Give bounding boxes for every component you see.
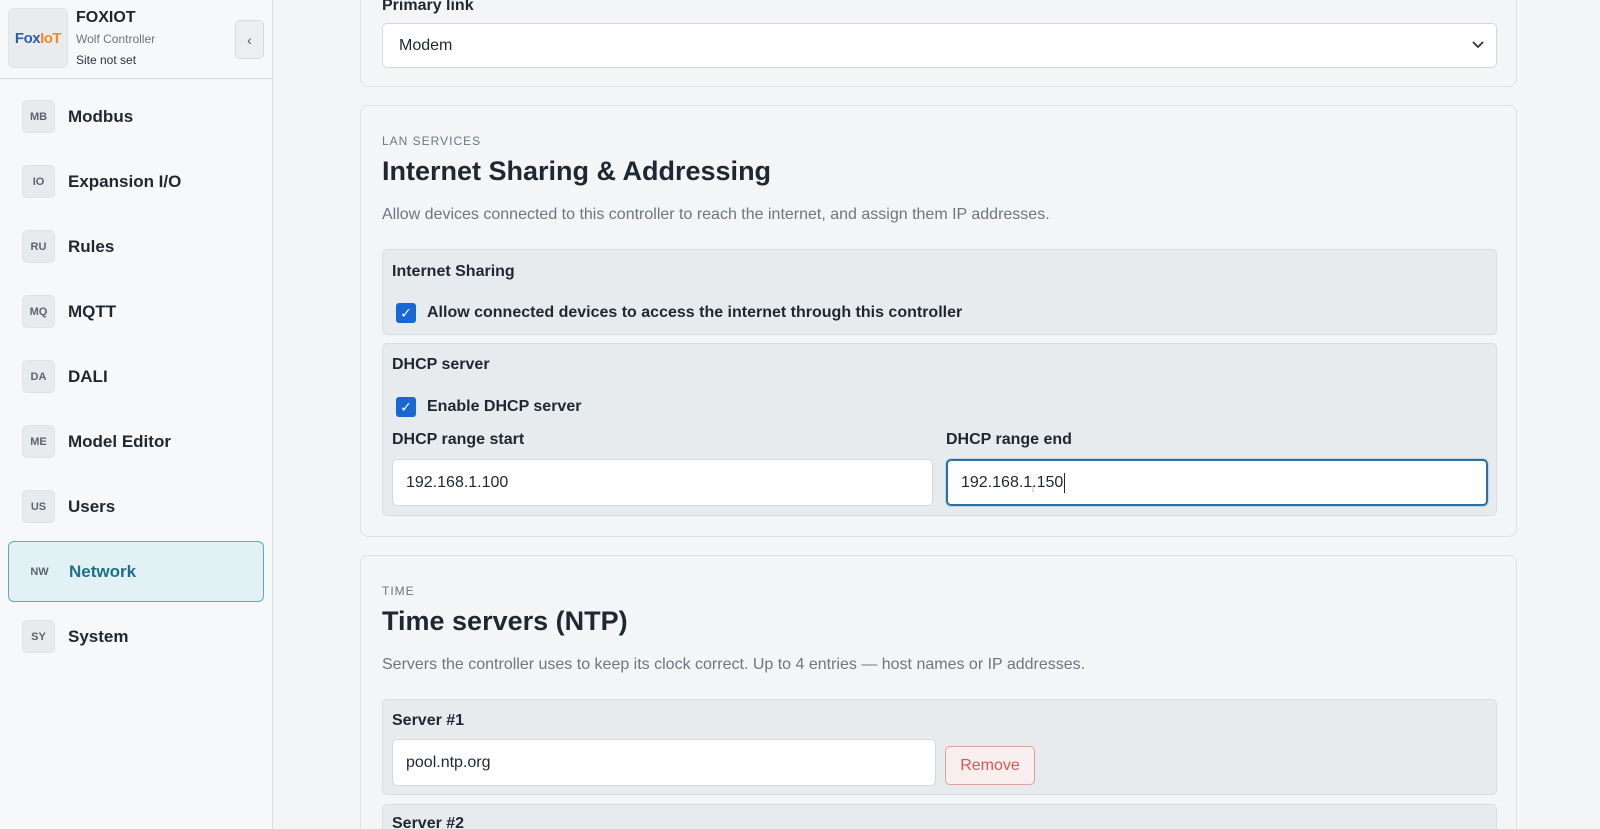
dhcp-server-title: DHCP server (392, 356, 490, 373)
section-description: Allow devices connected to this controll… (382, 206, 1050, 223)
time-card: TIME Time servers (NTP) Servers the cont… (360, 555, 1517, 829)
sidebar-item-label: Rules (68, 236, 115, 256)
sidebar-item-model-editor[interactable]: ME Model Editor (8, 411, 264, 472)
rules-icon: RU (22, 230, 55, 263)
section-eyebrow: TIME (382, 584, 415, 598)
remove-server-1-button[interactable]: Remove (945, 746, 1035, 785)
text-caret (1064, 472, 1066, 493)
primary-link-card: Primary link Modem (360, 0, 1517, 87)
brand-subtitle: Wolf Controller (76, 32, 156, 46)
internet-sharing-panel: Internet Sharing ✓ Allow connected devic… (382, 249, 1497, 335)
ntp-server-2-panel: Server #2 (382, 804, 1497, 829)
mqtt-icon: MQ (22, 295, 55, 328)
model-editor-icon: ME (22, 425, 55, 458)
network-icon: NW (23, 555, 56, 588)
sidebar-item-users[interactable]: US Users (8, 476, 264, 537)
sidebar-item-rules[interactable]: RU Rules (8, 216, 264, 277)
sidebar-item-label: Network (69, 561, 137, 581)
server-1-label: Server #1 (392, 712, 465, 729)
section-title: Internet Sharing & Addressing (382, 156, 772, 186)
brand-header: Fox IoT FOXIOT Wolf Controller Site not s… (0, 0, 272, 79)
dhcp-range-end-value: 192.168.1.150 (961, 473, 1064, 491)
dhcp-range-start-input[interactable]: 192.168.1.100 (392, 459, 933, 506)
chevron-down-icon (1472, 37, 1484, 52)
sidebar: Fox IoT FOXIOT Wolf Controller Site not s… (0, 0, 273, 829)
system-icon: SY (22, 620, 55, 653)
server-1-value: pool.ntp.org (406, 753, 491, 771)
dhcp-range-end-input[interactable]: 192.168.1.150 (946, 459, 1488, 506)
primary-link-select[interactable]: Modem (382, 23, 1497, 68)
internet-sharing-checkbox[interactable]: ✓ (396, 303, 416, 323)
ibeam-cursor-icon (1032, 486, 1034, 492)
sidebar-item-label: MQTT (68, 301, 117, 321)
logo-text-iot: IoT (40, 29, 62, 47)
sidebar-item-modbus[interactable]: MB Modbus (8, 86, 264, 147)
foxiot-logo: Fox IoT (8, 8, 68, 68)
sidebar-item-label: Users (68, 496, 116, 516)
section-description: Servers the controller uses to keep its … (382, 656, 1086, 673)
sidebar-item-system[interactable]: SY System (8, 606, 264, 667)
dhcp-server-panel: DHCP server ✓ Enable DHCP server DHCP ra… (382, 343, 1497, 516)
logo-text-fox: Fox (14, 29, 41, 47)
dali-icon: DA (22, 360, 55, 393)
enable-dhcp-label[interactable]: Enable DHCP server (427, 398, 581, 416)
chevron-left-icon: ‹ (247, 31, 252, 48)
ntp-server-1-panel: Server #1 pool.ntp.org Remove (382, 699, 1497, 795)
server-2-label: Server #2 (392, 815, 465, 829)
sidebar-item-label: Expansion I/O (68, 171, 182, 191)
server-1-input[interactable]: pool.ntp.org (392, 739, 936, 786)
modbus-icon: MB (22, 100, 55, 133)
dhcp-range-end-label: DHCP range end (946, 431, 1072, 448)
section-title: Time servers (NTP) (382, 606, 628, 636)
sidebar-item-label: System (68, 626, 129, 646)
sidebar-item-label: Modbus (68, 106, 134, 126)
sidebar-item-label: DALI (68, 366, 108, 386)
sidebar-item-expansion-io[interactable]: IO Expansion I/O (8, 151, 264, 212)
lan-services-card: LAN SERVICES Internet Sharing & Addressi… (360, 105, 1517, 537)
enable-dhcp-checkbox[interactable]: ✓ (396, 397, 416, 417)
primary-link-value: Modem (399, 36, 453, 54)
dhcp-range-start-label: DHCP range start (392, 431, 525, 448)
internet-sharing-title: Internet Sharing (392, 263, 515, 280)
brand-name: FOXIOT (76, 9, 136, 26)
section-eyebrow: LAN SERVICES (382, 134, 482, 148)
dhcp-range-start-value: 192.168.1.100 (406, 473, 509, 491)
expansion-io-icon: IO (22, 165, 55, 198)
sidebar-item-mqtt[interactable]: MQ MQTT (8, 281, 264, 342)
site-status: Site not set (76, 53, 137, 67)
users-icon: US (22, 490, 55, 523)
primary-link-label: Primary link (382, 0, 474, 14)
collapse-sidebar-button[interactable]: ‹ (235, 20, 264, 59)
sidebar-item-dali[interactable]: DA DALI (8, 346, 264, 407)
internet-sharing-checkbox-label[interactable]: Allow connected devices to access the in… (427, 304, 962, 322)
sidebar-item-label: Model Editor (68, 431, 171, 451)
sidebar-item-network[interactable]: NW Network (8, 541, 264, 602)
